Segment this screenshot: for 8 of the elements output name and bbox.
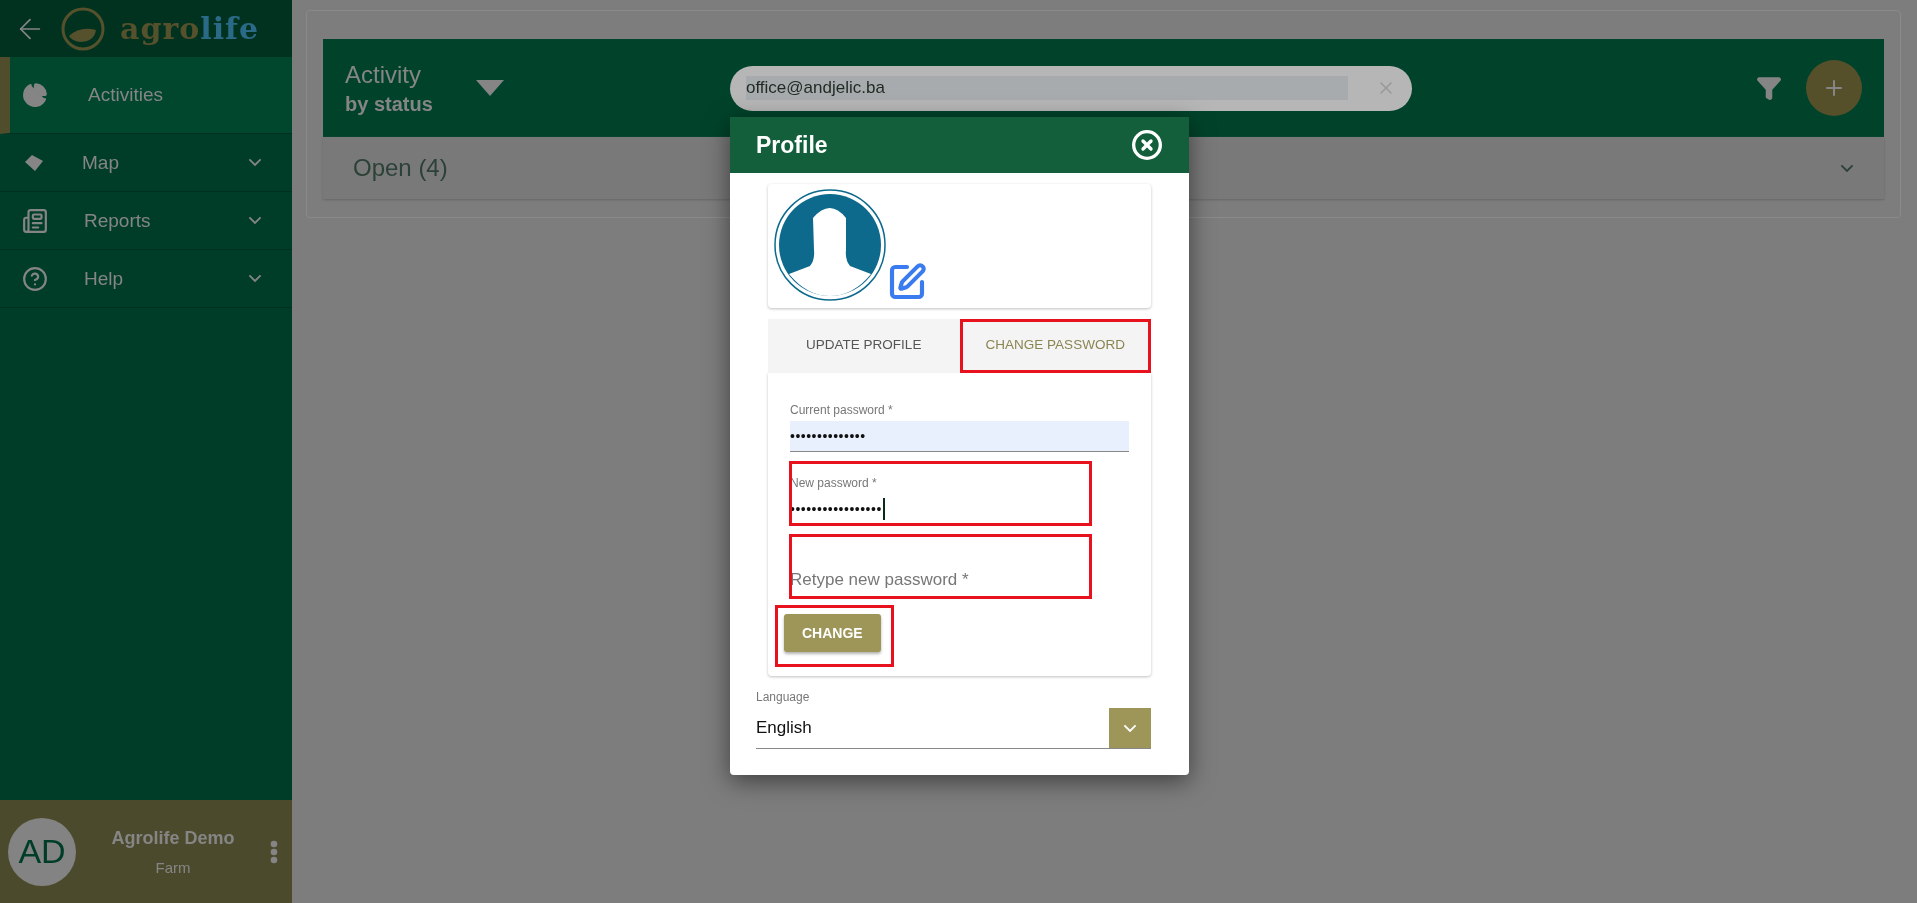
header-subtitle: by status bbox=[345, 92, 434, 116]
user-avatar: AD bbox=[8, 817, 76, 886]
logo-text: agrolife bbox=[120, 11, 260, 46]
language-label: Language bbox=[756, 690, 811, 704]
user-name: Agrolife Demo bbox=[111, 827, 235, 849]
header-title: Activity bbox=[345, 60, 422, 89]
dialog-title: Profile bbox=[756, 131, 828, 159]
user-role: Farm bbox=[155, 858, 191, 876]
